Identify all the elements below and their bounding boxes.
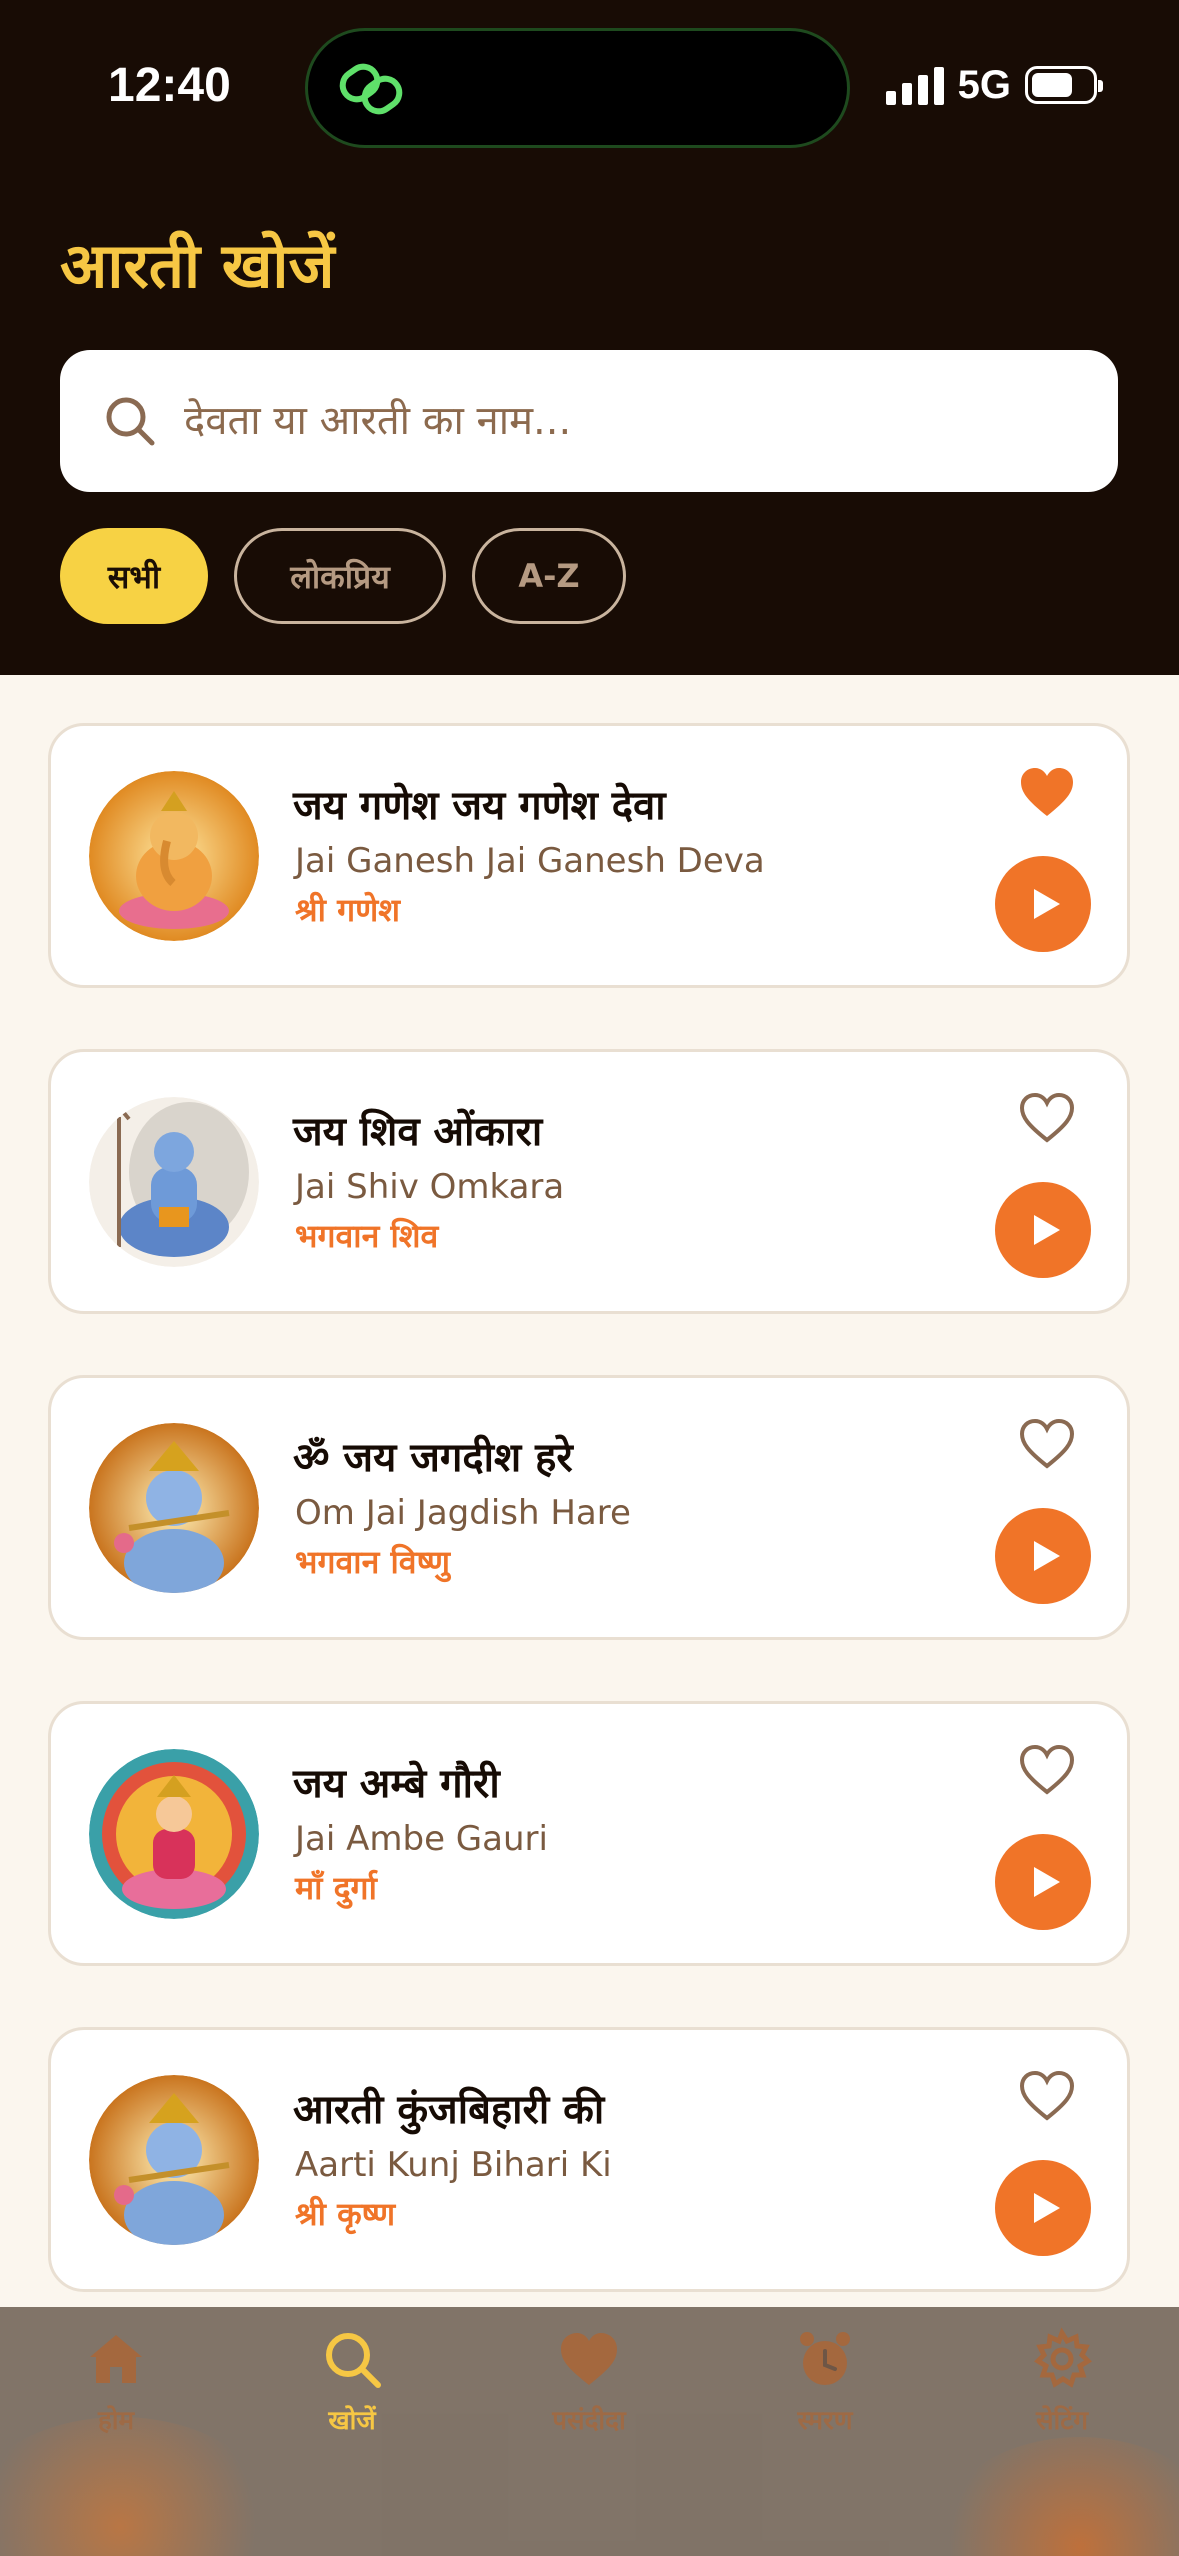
aarti-subtitle: Jai Shiv Omkara — [295, 1167, 565, 1207]
heart-outline-icon[interactable] — [1017, 1090, 1077, 1146]
aarti-subtitle: Aarti Kunj Bihari Ki — [295, 2145, 612, 2185]
play-button[interactable] — [995, 1508, 1091, 1604]
aarti-card[interactable]: ॐ जय जगदीश हरे Om Jai Jagdish Hare भगवान… — [48, 1375, 1130, 1640]
heart-outline-icon[interactable] — [1017, 1742, 1077, 1798]
aarti-deity: भगवान शिव — [295, 1217, 439, 1255]
aarti-title: जय अम्बे गौरी — [293, 1761, 500, 1807]
aarti-card[interactable]: जय अम्बे गौरी Jai Ambe Gauri माँ दुर्गा — [48, 1701, 1130, 1966]
network-type: 5G — [957, 62, 1011, 107]
aarti-deity: माँ दुर्गा — [295, 1869, 377, 1907]
home-icon — [90, 2335, 142, 2383]
aarti-title: आरती कुंजबिहारी की — [293, 2087, 605, 2133]
aarti-deity: श्री कृष्ण — [295, 2195, 396, 2233]
play-button[interactable] — [995, 856, 1091, 952]
page-title: आरती खोजें — [60, 229, 335, 302]
aarti-subtitle: Om Jai Jagdish Hare — [295, 1493, 631, 1533]
durga-image — [89, 1749, 259, 1919]
dynamic-island — [305, 28, 850, 148]
play-icon — [1034, 1541, 1060, 1571]
gear-icon — [1034, 2327, 1092, 2388]
signal-icon — [885, 65, 944, 105]
tab-label: सेटिंग — [1035, 2406, 1089, 2436]
krishna-image — [89, 2075, 259, 2245]
aarti-card[interactable]: जय गणेश जय गणेश देवा Jai Ganesh Jai Gane… — [48, 723, 1130, 988]
status-time: 12:40 — [108, 59, 231, 112]
heart-filled-icon[interactable] — [1017, 764, 1077, 820]
shiv-image — [89, 1097, 259, 1267]
play-icon — [1034, 1215, 1060, 1245]
link-activity-icon — [339, 63, 403, 115]
tab-label: पसंदीदा — [552, 2406, 626, 2436]
play-button[interactable] — [995, 2160, 1091, 2256]
tab-label: खोजें — [328, 2406, 376, 2436]
aarti-card[interactable]: आरती कुंजबिहारी की Aarti Kunj Bihari Ki … — [48, 2027, 1130, 2292]
header: 12:40 5G आरती खोजें सभी लोकप्रिय A-Z — [0, 0, 1179, 675]
search-icon — [106, 397, 155, 446]
filter-chip-az[interactable]: A-Z — [472, 528, 626, 624]
search-input[interactable] — [182, 397, 1066, 445]
play-icon — [1034, 1867, 1060, 1897]
tab-label: स्मरण — [797, 2406, 853, 2436]
battery-icon — [1025, 66, 1103, 104]
tab-reminders[interactable]: स्मरण — [725, 2327, 925, 2437]
aarti-title: जय गणेश जय गणेश देवा — [293, 783, 666, 829]
aarti-subtitle: Jai Ganesh Jai Ganesh Deva — [295, 841, 765, 881]
tabbar-glow — [0, 2417, 280, 2556]
tab-search[interactable]: खोजें — [252, 2327, 452, 2437]
tab-settings[interactable]: सेटिंग — [962, 2327, 1162, 2437]
status-indicators: 5G — [885, 60, 1103, 110]
filter-chip-all[interactable]: सभी — [60, 528, 208, 624]
tab-favorites[interactable]: पसंदीदा — [489, 2327, 689, 2437]
vishnu-image — [89, 1423, 259, 1593]
tab-label: होम — [97, 2406, 135, 2436]
aarti-title: जय शिव ओंकारा — [293, 1109, 543, 1155]
search-bar[interactable] — [60, 350, 1118, 492]
tab-bar: होम खोजें पसंदीदा स्मरण सेटिंग — [0, 2307, 1179, 2556]
aarti-card[interactable]: जय शिव ओंकारा Jai Shiv Omkara भगवान शिव — [48, 1049, 1130, 1314]
alarm-icon — [800, 2332, 850, 2385]
heart-outline-icon[interactable] — [1017, 1416, 1077, 1472]
aarti-subtitle: Jai Ambe Gauri — [295, 1819, 548, 1859]
aarti-deity: भगवान विष्णु — [295, 1543, 451, 1581]
play-icon — [1034, 889, 1060, 919]
search-icon — [326, 2333, 381, 2388]
heart-icon — [561, 2333, 617, 2385]
play-icon — [1034, 2193, 1060, 2223]
play-button[interactable] — [995, 1834, 1091, 1930]
aarti-title: ॐ जय जगदीश हरे — [293, 1435, 573, 1481]
heart-outline-icon[interactable] — [1017, 2068, 1077, 2124]
ganesh-image — [89, 771, 259, 941]
aarti-deity: श्री गणेश — [295, 891, 400, 929]
tab-home[interactable]: होम — [16, 2327, 216, 2437]
filter-chips: सभी लोकप्रिय A-Z — [60, 528, 626, 624]
play-button[interactable] — [995, 1182, 1091, 1278]
filter-chip-popular[interactable]: लोकप्रिय — [234, 528, 446, 624]
tabbar-glow — [930, 2437, 1179, 2556]
